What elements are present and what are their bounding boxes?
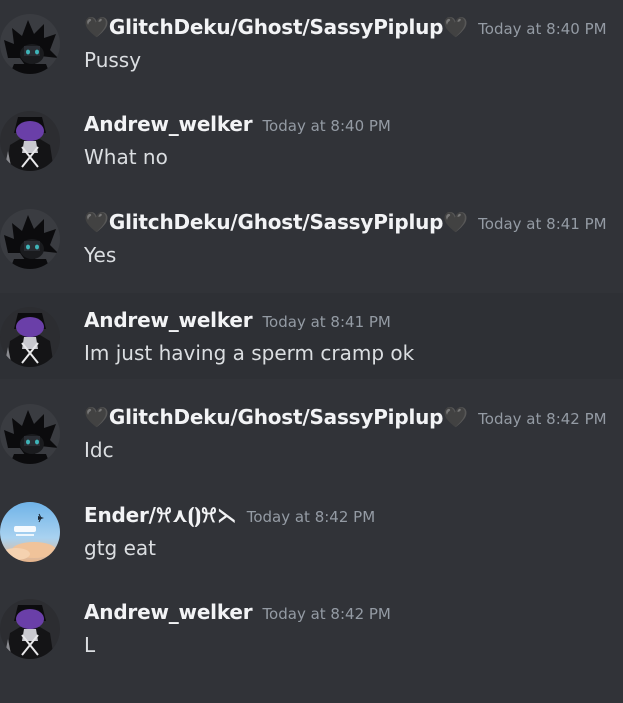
message-header: 🖤GlitchDeku/Ghost/SassyPiplup🖤 Today at 8… bbox=[84, 404, 607, 430]
andrew-avatar-icon bbox=[0, 599, 60, 659]
username[interactable]: Andrew_welker bbox=[84, 308, 253, 332]
timestamp[interactable]: Today at 8:40 PM bbox=[478, 20, 606, 38]
user-avatar[interactable] bbox=[0, 14, 60, 74]
message-text: Pussy bbox=[84, 48, 142, 72]
ghost-avatar-icon bbox=[0, 209, 60, 269]
message-text: Idc bbox=[84, 438, 114, 462]
black-heart-icon: 🖤 bbox=[443, 210, 469, 234]
black-heart-icon: 🖤 bbox=[84, 15, 109, 39]
timestamp[interactable]: Today at 8:41 PM bbox=[478, 215, 606, 233]
username[interactable]: Andrew_welker bbox=[84, 600, 253, 624]
username[interactable]: GlitchDeku/Ghost/SassyPiplup bbox=[109, 15, 444, 39]
chat-messages: 🖤GlitchDeku/Ghost/SassyPiplup🖤 Today at 8… bbox=[0, 0, 623, 703]
message-text: L bbox=[84, 633, 96, 657]
user-avatar[interactable] bbox=[0, 599, 60, 659]
ender-avatar-icon bbox=[0, 502, 60, 562]
user-avatar[interactable] bbox=[0, 307, 60, 367]
user-avatar[interactable] bbox=[0, 111, 60, 171]
timestamp[interactable]: Today at 8:42 PM bbox=[478, 410, 606, 428]
andrew-avatar-icon bbox=[0, 307, 60, 367]
user-avatar[interactable] bbox=[0, 404, 60, 464]
username[interactable]: Ender/ꕮ⋏⦗⦘ꕮ⋋ bbox=[84, 503, 237, 527]
timestamp[interactable]: Today at 8:40 PM bbox=[262, 117, 390, 135]
message: Andrew_welker Today at 8:41 PM Im just ha… bbox=[0, 293, 623, 379]
andrew-avatar-icon bbox=[0, 111, 60, 171]
ghost-avatar-icon bbox=[0, 404, 60, 464]
ghost-avatar-icon bbox=[0, 14, 60, 74]
timestamp[interactable]: Today at 8:42 PM bbox=[262, 605, 390, 623]
username[interactable]: GlitchDeku/Ghost/SassyPiplup bbox=[109, 405, 444, 429]
message-text: Im just having a sperm cramp ok bbox=[84, 341, 415, 365]
message-text: gtg eat bbox=[84, 536, 156, 560]
timestamp[interactable]: Today at 8:42 PM bbox=[247, 508, 375, 526]
message-text: Yes bbox=[84, 243, 117, 267]
message-header: 🖤GlitchDeku/Ghost/SassyPiplup🖤 Today at 8… bbox=[84, 14, 607, 40]
message-header: Andrew_welker Today at 8:40 PM bbox=[84, 111, 391, 137]
message-header: Andrew_welker Today at 8:41 PM bbox=[84, 307, 391, 333]
message-header: Ender/ꕮ⋏⦗⦘ꕮ⋋ Today at 8:42 PM bbox=[84, 502, 375, 528]
message: Ender/ꕮ⋏⦗⦘ꕮ⋋ Today at 8:42 PM gtg eat bbox=[0, 488, 623, 574]
message: 🖤GlitchDeku/Ghost/SassyPiplup🖤 Today at 8… bbox=[0, 390, 623, 476]
user-avatar[interactable] bbox=[0, 209, 60, 269]
black-heart-icon: 🖤 bbox=[443, 405, 469, 429]
black-heart-icon: 🖤 bbox=[84, 210, 109, 234]
message: Andrew_welker Today at 8:40 PM What no bbox=[0, 97, 623, 183]
message-header: 🖤GlitchDeku/Ghost/SassyPiplup🖤 Today at 8… bbox=[84, 209, 607, 235]
user-avatar[interactable] bbox=[0, 502, 60, 562]
timestamp[interactable]: Today at 8:41 PM bbox=[262, 313, 390, 331]
username[interactable]: Andrew_welker bbox=[84, 112, 253, 136]
message-header: Andrew_welker Today at 8:42 PM bbox=[84, 599, 391, 625]
message: Andrew_welker Today at 8:42 PM L bbox=[0, 585, 623, 671]
username[interactable]: GlitchDeku/Ghost/SassyPiplup bbox=[109, 210, 444, 234]
message: 🖤GlitchDeku/Ghost/SassyPiplup🖤 Today at 8… bbox=[0, 0, 623, 86]
message-text: What no bbox=[84, 145, 168, 169]
message: 🖤GlitchDeku/Ghost/SassyPiplup🖤 Today at 8… bbox=[0, 195, 623, 281]
black-heart-icon: 🖤 bbox=[443, 15, 469, 39]
black-heart-icon: 🖤 bbox=[84, 405, 109, 429]
